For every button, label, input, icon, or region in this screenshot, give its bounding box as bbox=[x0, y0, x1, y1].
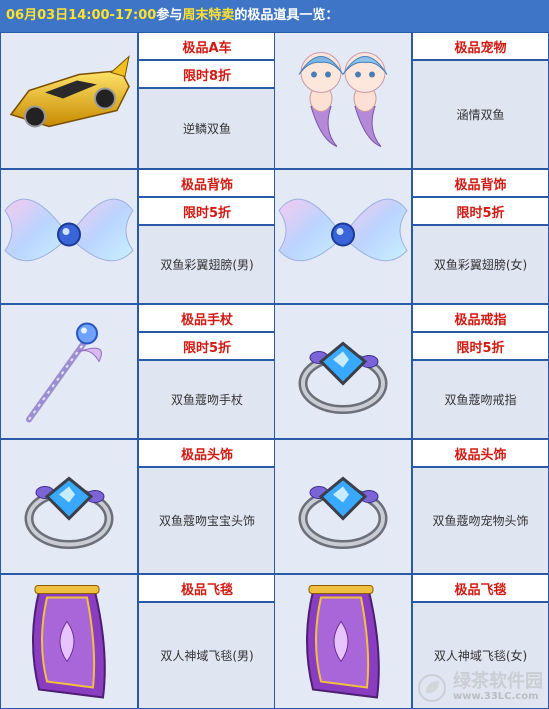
item-image-cell bbox=[274, 574, 412, 709]
item-category-label: 极品头饰 bbox=[412, 439, 549, 467]
item-name: 双鱼蔻吻戒指 bbox=[412, 360, 549, 439]
item-discount-label: 限时5折 bbox=[138, 197, 276, 225]
item-image-cell bbox=[0, 169, 138, 304]
watermark-url: www.33LC.com bbox=[453, 691, 539, 703]
gem-ring-icon bbox=[24, 476, 114, 549]
item-discount-label: 限时5折 bbox=[412, 197, 549, 225]
item-name: 逆鳞双鱼 bbox=[138, 88, 276, 169]
rainbow-wings-icon bbox=[278, 198, 408, 262]
item-category-label: 极品手杖 bbox=[138, 304, 276, 332]
header-date-time: 06月03日14:00-17:00 bbox=[6, 8, 157, 23]
twin-mermaid-pet-icon bbox=[298, 52, 388, 147]
item-image-cell bbox=[274, 32, 412, 169]
golden-race-car-icon bbox=[9, 55, 130, 128]
site-watermark: 绿茶软件园 www.33LC.com bbox=[417, 671, 543, 703]
item-category-label: 极品背饰 bbox=[138, 169, 276, 197]
item-name: 双鱼彩翼翅膀(女) bbox=[412, 225, 549, 304]
header-text-1: 参与 bbox=[156, 8, 183, 23]
item-category-label: 极品背饰 bbox=[412, 169, 549, 197]
green-leaf-logo-icon bbox=[418, 674, 446, 702]
item-image-cell bbox=[0, 32, 138, 169]
item-category-label: 极品飞毯 bbox=[412, 574, 549, 602]
item-name: 双鱼蔻吻宠物头饰 bbox=[412, 467, 549, 574]
item-name: 双鱼蔻吻宝宝头饰 bbox=[138, 467, 276, 574]
item-discount-label: 限时5折 bbox=[412, 332, 549, 360]
item-discount-label: 限时5折 bbox=[138, 332, 276, 360]
item-name: 双鱼彩翼翅膀(男) bbox=[138, 225, 276, 304]
item-image-cell bbox=[0, 304, 138, 439]
item-discount-label: 限时8折 bbox=[138, 60, 276, 88]
crystal-scepter-icon bbox=[26, 322, 102, 423]
item-image-cell bbox=[274, 304, 412, 439]
header-event-name: 周末特卖 bbox=[182, 8, 235, 23]
item-image-cell bbox=[274, 439, 412, 574]
purple-flying-carpet-icon bbox=[32, 585, 106, 699]
gem-ring-icon bbox=[298, 341, 388, 414]
item-category-label: 极品戒指 bbox=[412, 304, 549, 332]
item-category-label: 极品宠物 bbox=[412, 32, 549, 60]
gem-ring-icon bbox=[298, 476, 388, 549]
page-header: 06月03日14:00-17:00参与周末特卖的极品道具一览： bbox=[0, 0, 549, 32]
item-name: 双人神域飞毯(男) bbox=[138, 602, 276, 709]
item-name: 涵情双鱼 bbox=[412, 60, 549, 169]
item-image-cell bbox=[0, 439, 138, 574]
purple-flying-carpet-icon bbox=[306, 585, 380, 699]
rainbow-wings-icon bbox=[4, 198, 134, 262]
header-text-2: 的极品道具一览： bbox=[234, 8, 339, 23]
item-name: 双鱼蔻吻手杖 bbox=[138, 360, 276, 439]
item-image-cell bbox=[0, 574, 138, 709]
item-image-cell bbox=[274, 169, 412, 304]
watermark-text: 绿茶软件园 bbox=[453, 671, 543, 693]
item-category-label: 极品飞毯 bbox=[138, 574, 276, 602]
item-category-label: 极品A车 bbox=[138, 32, 276, 60]
items-table: 极品A车 限时8折 逆鳞双鱼 极品宠物 涵情双鱼 极品背饰 限时5折 双鱼彩翼翅膀(男) 极品背… bbox=[0, 32, 549, 709]
item-category-label: 极品头饰 bbox=[138, 439, 276, 467]
